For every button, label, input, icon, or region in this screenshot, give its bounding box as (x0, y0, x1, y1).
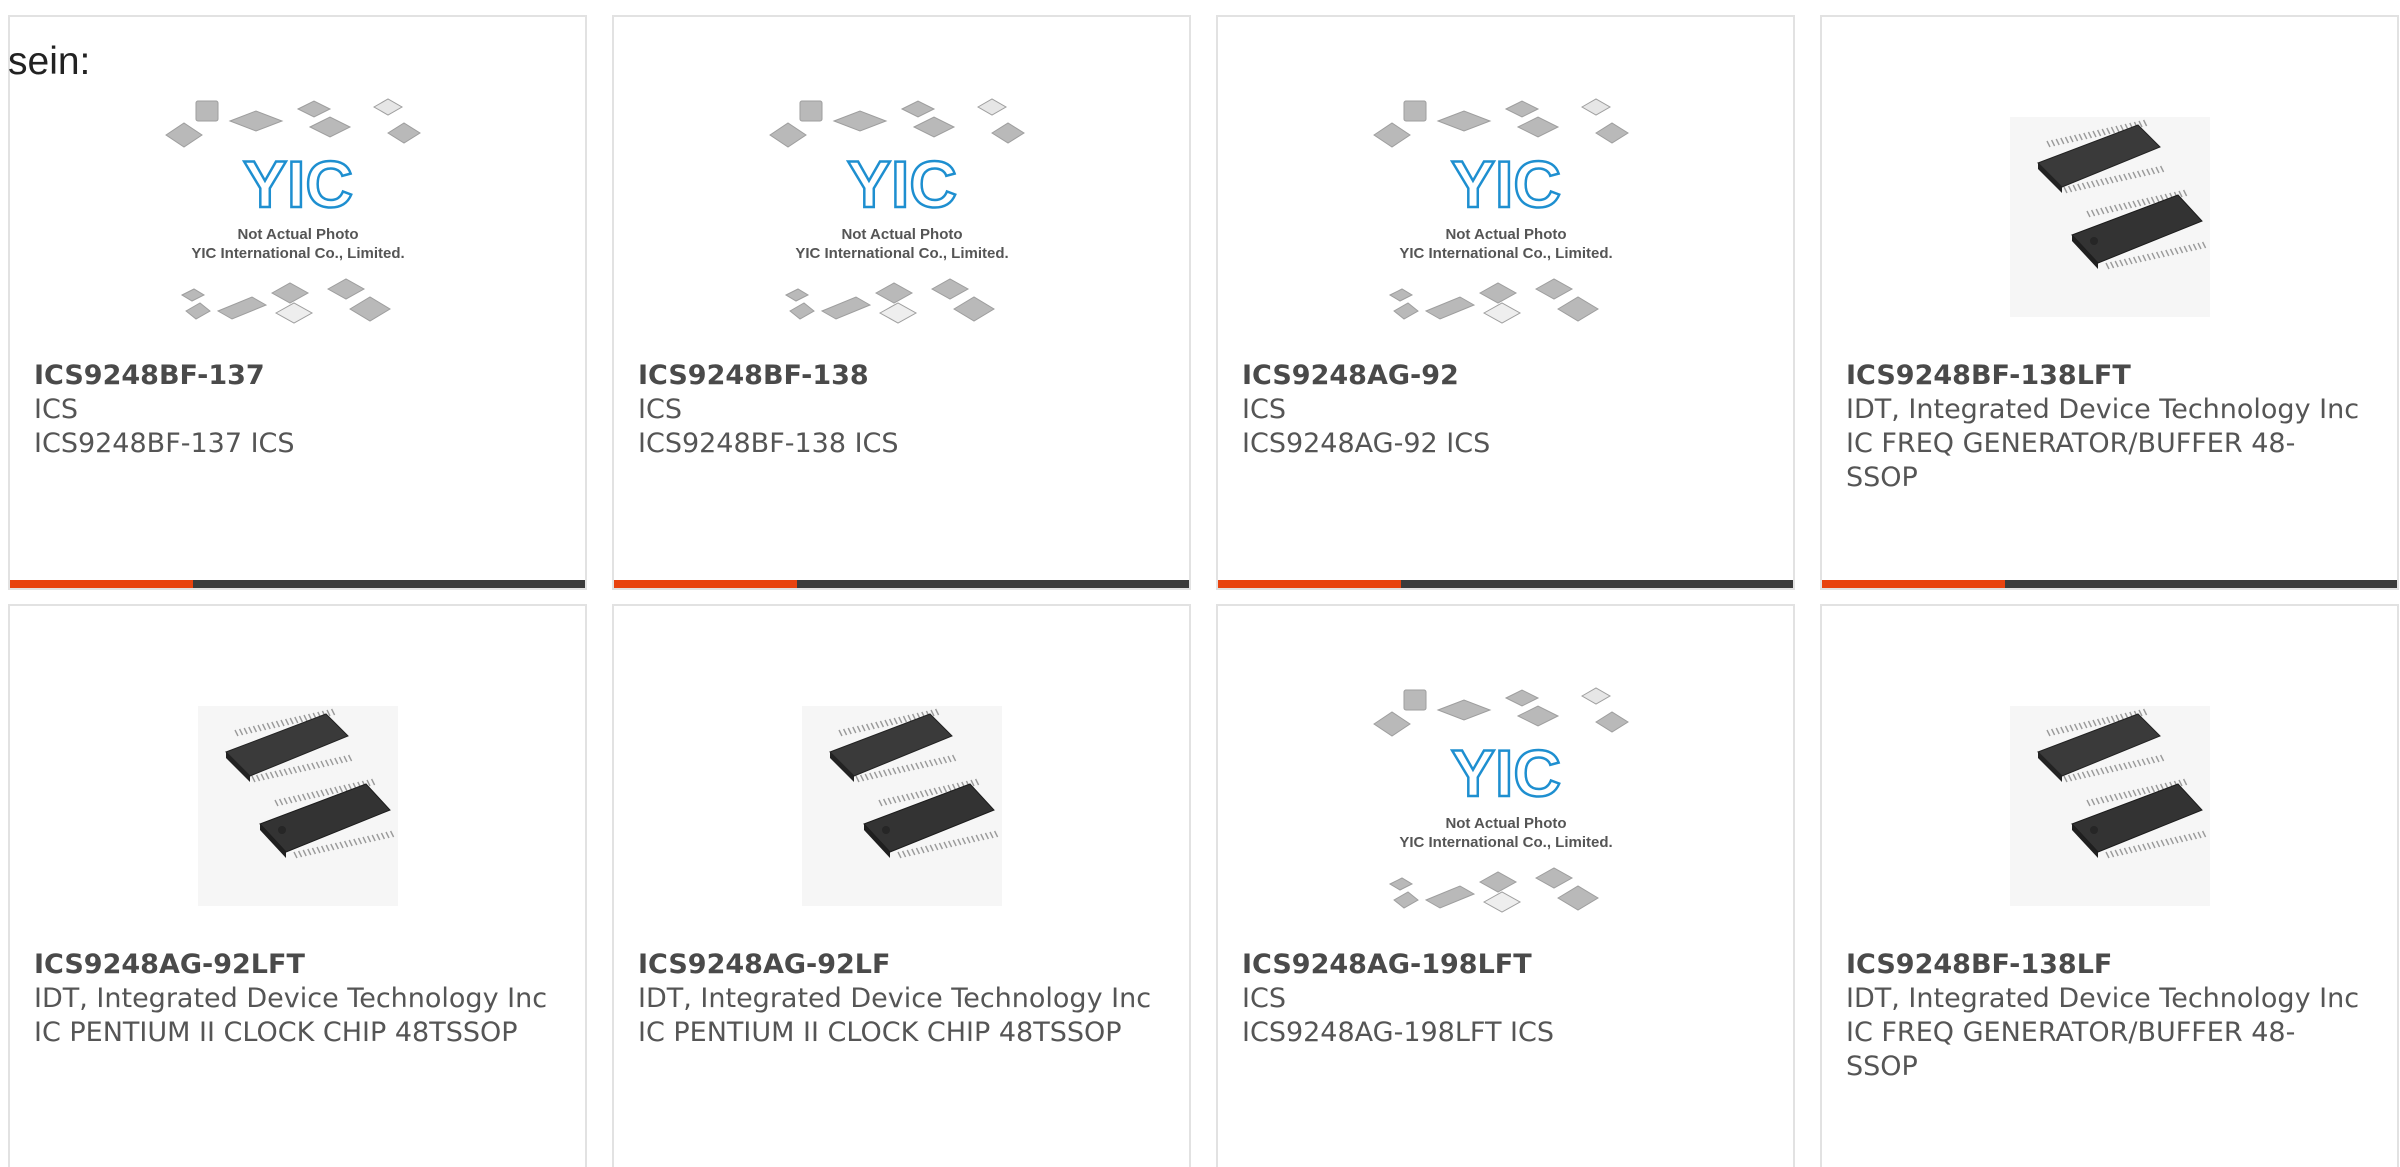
product-card[interactable]: ICS9248BF-138LF IDT, Integrated Device T… (1820, 604, 2399, 1167)
part-number-link[interactable]: ICS9248AG-198LFT (1242, 948, 1763, 982)
product-description: IC PENTIUM II CLOCK CHIP 48TSSOP (34, 1017, 518, 1048)
card-hover-bar (1218, 580, 1793, 588)
product-card[interactable]: ICS9248AG-92LF IDT, Integrated Device Te… (612, 604, 1191, 1167)
card-accent-bar (10, 580, 193, 588)
page: sein: YIC Not Actual Photo YIC Internati… (0, 0, 2400, 1167)
product-description: IC PENTIUM II CLOCK CHIP 48TSSOP (638, 1017, 1122, 1048)
product-description: ICS9248AG-92 ICS (1242, 428, 1491, 459)
product-info: ICS9248AG-92LFT IDT, Integrated Device T… (34, 948, 555, 1050)
product-image[interactable]: YIC Not Actual Photo YIC International C… (10, 67, 585, 367)
product-image[interactable] (614, 656, 1189, 956)
product-card[interactable]: YIC Not Actual Photo YIC International C… (1216, 15, 1795, 590)
card-hover-bar (10, 580, 585, 588)
not-actual-photo-placeholder: YIC Not Actual Photo YIC International C… (1372, 98, 1629, 324)
placeholder-line2: YIC International Co., Limited. (1399, 245, 1612, 262)
product-grid: YIC Not Actual Photo YIC International C… (8, 15, 2399, 1167)
part-number-link[interactable]: ICS9248BF-138LF (1846, 948, 2367, 982)
placeholder-line1: Not Actual Photo (1445, 226, 1566, 243)
heading-fragment: sein: (8, 40, 91, 83)
product-info: ICS9248BF-137 ICS ICS9248BF-137 ICS (34, 359, 555, 461)
product-description: ICS9248AG-198LFT ICS (1242, 1017, 1554, 1048)
product-card[interactable]: YIC Not Actual Photo YIC International C… (1216, 604, 1795, 1167)
product-description: ICS9248BF-137 ICS (34, 428, 295, 459)
not-actual-photo-placeholder: YIC Not Actual Photo YIC International C… (1372, 687, 1629, 913)
manufacturer: IDT, Integrated Device Technology Inc (638, 983, 1152, 1014)
product-info: ICS9248AG-198LFT ICS ICS9248AG-198LFT IC… (1242, 948, 1763, 1050)
ssop-chip-photo (197, 706, 398, 906)
yic-logo: YIC (1450, 736, 1560, 810)
placeholder-line1: Not Actual Photo (1445, 815, 1566, 832)
product-info: ICS9248BF-138LFT IDT, Integrated Device … (1846, 359, 2367, 495)
product-info: ICS9248BF-138 ICS ICS9248BF-138 ICS (638, 359, 1159, 461)
placeholder-line1: Not Actual Photo (841, 226, 962, 243)
placeholder-line2: YIC International Co., Limited. (1399, 834, 1612, 851)
manufacturer: ICS (638, 394, 682, 425)
yic-logo: YIC (242, 147, 352, 221)
manufacturer: IDT, Integrated Device Technology Inc (1846, 983, 2360, 1014)
card-accent-bar (1822, 580, 2005, 588)
manufacturer: IDT, Integrated Device Technology Inc (34, 983, 548, 1014)
placeholder-line2: YIC International Co., Limited. (795, 245, 1008, 262)
product-card[interactable]: YIC Not Actual Photo YIC International C… (612, 15, 1191, 590)
yic-logo: YIC (846, 147, 956, 221)
ssop-chip-photo (2009, 117, 2210, 317)
product-description: IC FREQ GENERATOR/BUFFER 48-SSOP (1846, 1017, 2296, 1082)
part-number-link[interactable]: ICS9248AG-92LF (638, 948, 1159, 982)
part-number-link[interactable]: ICS9248BF-138LFT (1846, 359, 2367, 393)
product-image[interactable]: YIC Not Actual Photo YIC International C… (614, 67, 1189, 367)
placeholder-line2: YIC International Co., Limited. (191, 245, 404, 262)
product-info: ICS9248AG-92 ICS ICS9248AG-92 ICS (1242, 359, 1763, 461)
product-card[interactable]: YIC Not Actual Photo YIC International C… (8, 15, 587, 590)
product-image[interactable]: YIC Not Actual Photo YIC International C… (1218, 67, 1793, 367)
not-actual-photo-placeholder: YIC Not Actual Photo YIC International C… (768, 98, 1025, 324)
part-number-link[interactable]: ICS9248BF-137 (34, 359, 555, 393)
ssop-chip-photo (801, 706, 1002, 906)
part-number-link[interactable]: ICS9248BF-138 (638, 359, 1159, 393)
product-info: ICS9248AG-92LF IDT, Integrated Device Te… (638, 948, 1159, 1050)
product-image[interactable] (10, 656, 585, 956)
product-image[interactable] (1822, 656, 2397, 956)
card-hover-bar (614, 580, 1189, 588)
card-accent-bar (614, 580, 797, 588)
ssop-chip-photo (2009, 706, 2210, 906)
not-actual-photo-placeholder: YIC Not Actual Photo YIC International C… (164, 98, 421, 324)
placeholder-line1: Not Actual Photo (237, 226, 358, 243)
product-image[interactable] (1822, 67, 2397, 367)
product-description: ICS9248BF-138 ICS (638, 428, 899, 459)
manufacturer: ICS (34, 394, 78, 425)
product-description: IC FREQ GENERATOR/BUFFER 48-SSOP (1846, 428, 2296, 493)
card-hover-bar (1822, 580, 2397, 588)
manufacturer: IDT, Integrated Device Technology Inc (1846, 394, 2360, 425)
yic-logo: YIC (1450, 147, 1560, 221)
product-image[interactable]: YIC Not Actual Photo YIC International C… (1218, 656, 1793, 956)
part-number-link[interactable]: ICS9248AG-92LFT (34, 948, 555, 982)
manufacturer: ICS (1242, 983, 1286, 1014)
part-number-link[interactable]: ICS9248AG-92 (1242, 359, 1763, 393)
product-card[interactable]: ICS9248BF-138LFT IDT, Integrated Device … (1820, 15, 2399, 590)
card-accent-bar (1218, 580, 1401, 588)
product-info: ICS9248BF-138LF IDT, Integrated Device T… (1846, 948, 2367, 1084)
manufacturer: ICS (1242, 394, 1286, 425)
product-card[interactable]: ICS9248AG-92LFT IDT, Integrated Device T… (8, 604, 587, 1167)
